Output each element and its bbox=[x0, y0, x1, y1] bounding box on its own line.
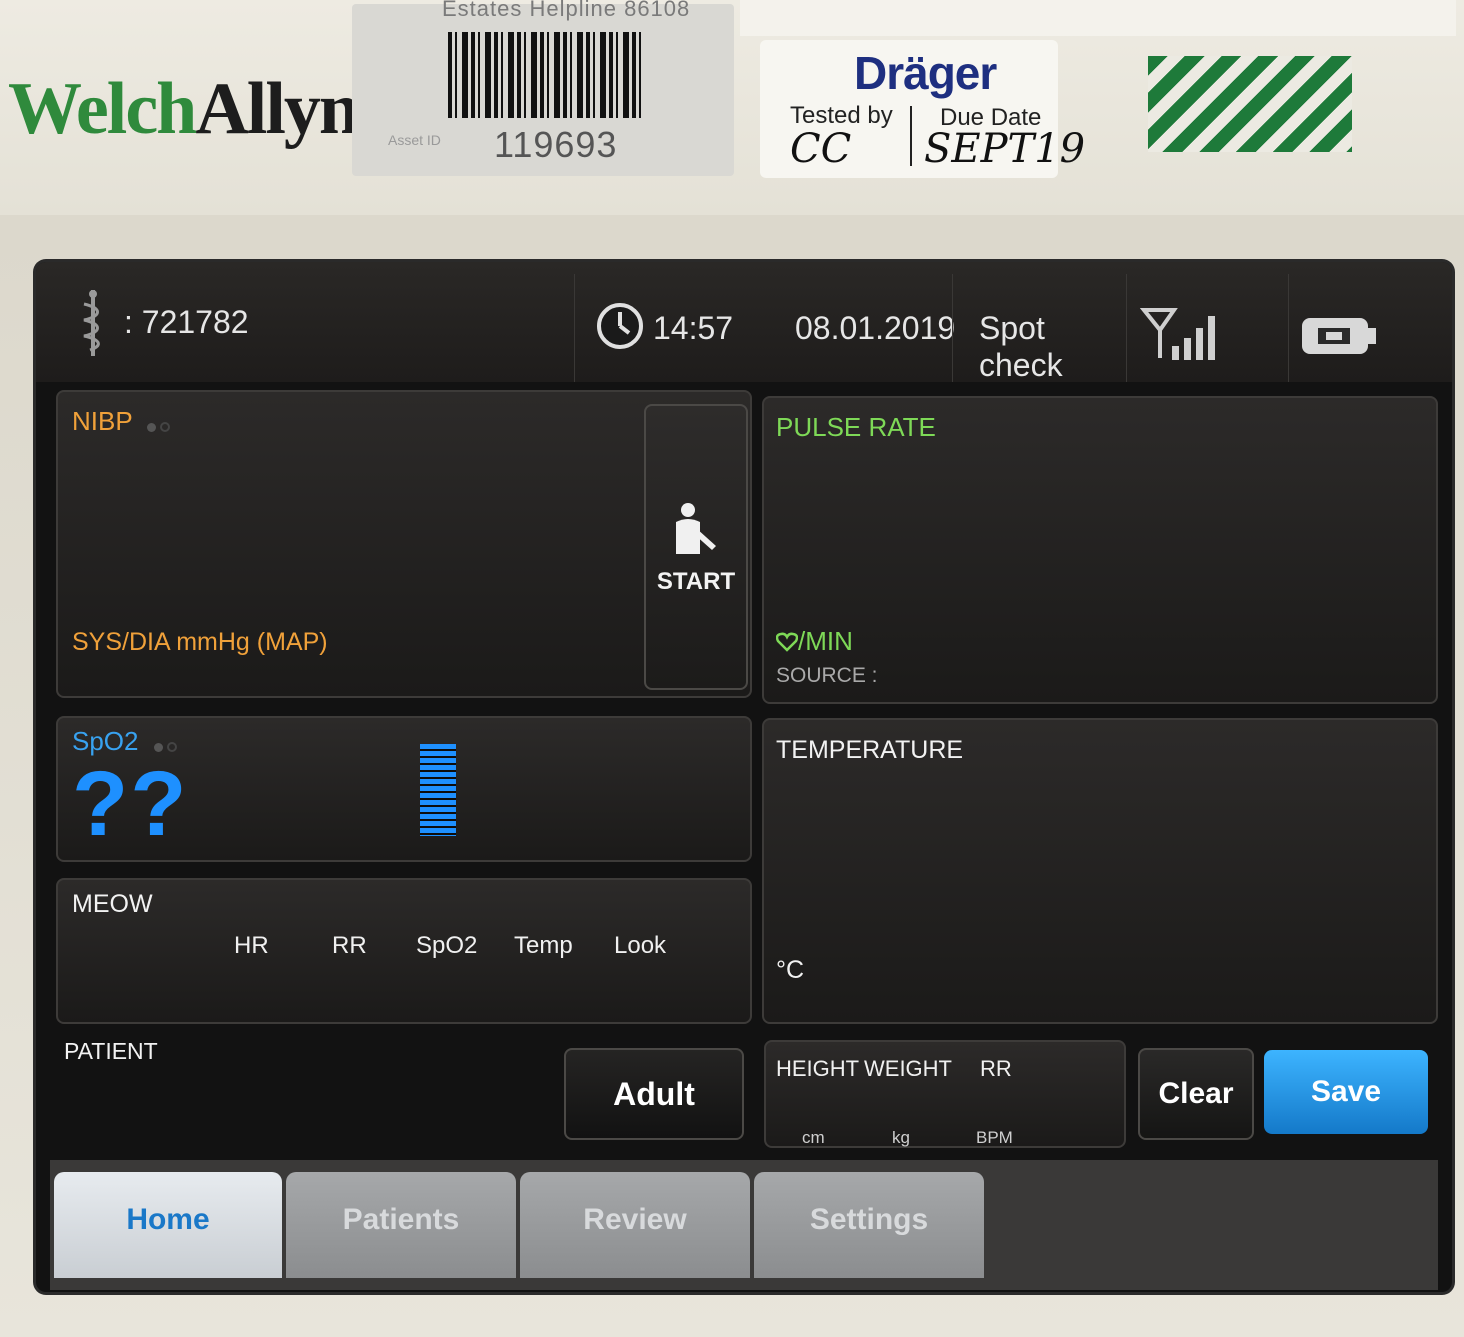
pulse-rate-unit-text: /MIN bbox=[798, 626, 853, 656]
nibp-status-dots bbox=[147, 408, 174, 439]
asset-number: 119693 bbox=[494, 124, 618, 165]
tab-bar: Home Patients Review Settings bbox=[50, 1160, 1438, 1290]
battery-icon bbox=[1302, 318, 1376, 354]
due-date-handwritten: SEPT19 bbox=[924, 126, 1086, 172]
height-label: HEIGHT bbox=[776, 1056, 860, 1081]
clinician-id-value: 721782 bbox=[141, 304, 249, 340]
meow-col-hr: HR bbox=[234, 932, 269, 959]
meow-col-rr: RR bbox=[332, 932, 367, 959]
mode-cell[interactable]: Spot check bbox=[952, 274, 1127, 383]
rr-unit: BPM bbox=[976, 1128, 1013, 1147]
safety-stripe-sticker bbox=[1148, 56, 1352, 152]
pulse-rate-units: /MIN bbox=[775, 626, 853, 657]
top-right-sticker bbox=[740, 0, 1456, 36]
tab-settings[interactable]: Settings bbox=[754, 1172, 984, 1278]
clinician-id-prefix: : bbox=[124, 304, 133, 340]
tested-by-signature: CC bbox=[790, 126, 852, 172]
logo-allyn-text: Allyn bbox=[195, 68, 360, 150]
weight-unit: kg bbox=[892, 1128, 910, 1147]
meow-panel[interactable]: MEOW HR RR SpO2 Temp Look bbox=[56, 878, 752, 1024]
height-unit: cm bbox=[802, 1128, 825, 1147]
barcode-image bbox=[448, 32, 642, 118]
caduceus-icon bbox=[83, 290, 100, 356]
meow-col-temp: Temp bbox=[514, 932, 573, 959]
spo2-value: ?? bbox=[72, 753, 189, 855]
tab-patients[interactable]: Patients bbox=[286, 1172, 516, 1278]
heart-icon bbox=[775, 632, 799, 652]
temperature-panel[interactable]: TEMPERATURE °C bbox=[762, 718, 1438, 1024]
asset-helpline: Estates Helpline 86108 bbox=[442, 0, 691, 21]
start-label: START bbox=[656, 568, 736, 595]
clinician-id[interactable]: : 721782 bbox=[124, 304, 249, 341]
patient-type-button[interactable]: Adult bbox=[564, 1048, 744, 1140]
monitor-screen: : 721782 14:57 08.01.2019 Spot check NIB… bbox=[36, 262, 1452, 1292]
pulse-amplitude-bar bbox=[420, 744, 456, 836]
logo-welch-text: Welch bbox=[8, 68, 197, 150]
manual-params-panel[interactable]: HEIGHT WEIGHT RR cm kg BPM bbox=[764, 1040, 1126, 1148]
rr-label: RR bbox=[980, 1056, 1012, 1081]
temperature-title: TEMPERATURE bbox=[776, 736, 964, 764]
signal-icon bbox=[1140, 308, 1215, 360]
meow-col-spo2: SpO2 bbox=[416, 932, 478, 959]
save-button[interactable]: Save bbox=[1264, 1050, 1428, 1134]
tab-review[interactable]: Review bbox=[520, 1172, 750, 1278]
asset-sticker: Estates Helpline 86108 Asset ID 119693 bbox=[352, 0, 734, 176]
pulse-source-label: SOURCE : bbox=[776, 664, 878, 687]
datetime-cell[interactable]: 14:57 08.01.2019 bbox=[574, 274, 956, 382]
nibp-units: SYS/DIA mmHg (MAP) bbox=[72, 628, 328, 656]
temperature-units: °C bbox=[776, 956, 805, 984]
nibp-title: NIBP bbox=[72, 406, 174, 439]
patient-title: PATIENT bbox=[64, 1038, 158, 1064]
weight-label: WEIGHT bbox=[864, 1056, 952, 1081]
clock-icon bbox=[597, 303, 643, 349]
profile-mode: Spot check bbox=[979, 310, 1063, 383]
clear-button[interactable]: Clear bbox=[1138, 1048, 1254, 1140]
tab-home[interactable]: Home bbox=[54, 1172, 282, 1278]
spo2-panel[interactable]: SpO2 ?? bbox=[56, 716, 752, 862]
nibp-start-button[interactable]: START bbox=[644, 404, 748, 690]
pulse-rate-panel[interactable]: PULSE RATE /MIN SOURCE : bbox=[762, 396, 1438, 704]
asset-label: Asset ID bbox=[388, 132, 441, 148]
meow-col-look: Look bbox=[614, 932, 667, 959]
time-display: 14:57 bbox=[653, 310, 734, 346]
nibp-title-text: NIBP bbox=[72, 406, 133, 436]
pulse-rate-title: PULSE RATE bbox=[776, 412, 936, 442]
status-bar: : 721782 14:57 08.01.2019 Spot check bbox=[36, 262, 1452, 383]
welch-allyn-logo: WelchAllyn bbox=[8, 72, 360, 146]
date-display: 08.01.2019 bbox=[795, 310, 956, 346]
drager-inspection-sticker: Dräger Tested by Due Date CC SEPT19 bbox=[760, 40, 1085, 178]
sticker-divider bbox=[910, 106, 912, 166]
meow-title: MEOW bbox=[72, 890, 153, 918]
patient-cuff-icon bbox=[676, 503, 716, 554]
drager-logo: Dräger bbox=[854, 47, 997, 99]
